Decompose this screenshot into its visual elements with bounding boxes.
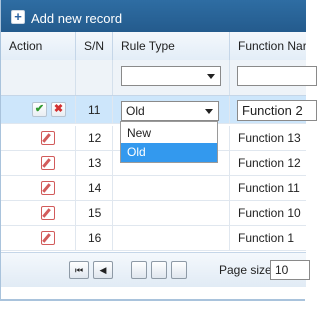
action-cell — [1, 226, 76, 250]
sn-cell: 12 — [76, 126, 113, 150]
previous-page-icon[interactable]: ◀ — [93, 261, 113, 279]
action-cell — [1, 126, 76, 150]
filter-cell-rule-type — [113, 60, 230, 95]
edit-icon[interactable] — [41, 156, 55, 170]
bottom-divider — [0, 300, 305, 301]
header-row: Action S/N Rule Type Function Nar — [1, 32, 306, 61]
first-page-icon[interactable]: ⏮ — [69, 261, 89, 279]
function-name-cell: Function 10 — [238, 206, 301, 220]
chevron-down-icon — [207, 74, 215, 79]
function-name-input[interactable]: Function 2 — [237, 100, 317, 121]
sn-cell: 16 — [76, 226, 113, 250]
close-icon[interactable]: ✖ — [51, 102, 66, 117]
rule-type-select-value: Old — [126, 104, 145, 118]
rule-type-filter-select[interactable] — [121, 66, 221, 86]
filter-cell-action — [1, 60, 76, 95]
function-name-cell: Function 2 — [230, 96, 317, 123]
page-size-select[interactable]: 10 — [270, 260, 310, 280]
rule-type-cell — [113, 176, 230, 200]
chevron-down-icon — [205, 109, 213, 114]
rule-type-cell — [113, 226, 230, 250]
edit-icon[interactable] — [41, 131, 55, 145]
filter-row — [1, 60, 317, 96]
sn-cell: 13 — [76, 151, 113, 175]
action-cell — [1, 201, 76, 225]
page-size-label: Page size: — [219, 263, 276, 277]
page-number-button[interactable] — [151, 261, 167, 279]
function-name-cell: Function 13 — [238, 131, 301, 145]
function-name-cell: Function 11 — [238, 181, 300, 195]
rule-type-select[interactable]: Old — [121, 101, 219, 121]
function-name-filter-input[interactable] — [237, 66, 317, 86]
function-name-cell: Function 12 — [238, 156, 301, 170]
filter-cell-function-name — [230, 60, 317, 95]
table-row[interactable]: 16 Function 1 — [1, 226, 306, 251]
function-name-cell: Function 1 — [238, 231, 295, 245]
sn-cell: 15 — [76, 201, 113, 225]
edit-icon[interactable] — [41, 231, 55, 245]
column-header-function-name[interactable]: Function Nar — [230, 32, 306, 60]
action-cell: ✔ ✖ — [1, 96, 76, 123]
column-header-sn[interactable]: S/N — [76, 32, 113, 60]
rule-type-cell — [113, 201, 230, 225]
table-row[interactable]: 14 Function 11 — [1, 176, 306, 201]
dropdown-option-old[interactable]: Old — [121, 143, 217, 162]
edit-icon[interactable] — [41, 181, 55, 195]
check-icon[interactable]: ✔ — [32, 102, 47, 117]
column-header-rule-type[interactable]: Rule Type — [113, 32, 230, 60]
sn-cell: 14 — [76, 176, 113, 200]
sn-cell: 11 — [76, 96, 113, 123]
action-cell — [1, 151, 76, 175]
rule-type-cell: Old — [113, 96, 230, 123]
edit-icon[interactable] — [41, 206, 55, 220]
table-row-editing: ✔ ✖ 11 Old Function 2 — [1, 96, 317, 124]
page-number-button[interactable] — [131, 261, 147, 279]
rule-type-dropdown-list: New Old — [120, 121, 218, 163]
column-header-action[interactable]: Action — [1, 32, 76, 60]
add-new-record-button[interactable]: Add new record — [31, 11, 122, 26]
action-cell — [1, 176, 76, 200]
pager: ⏮ ◀ Page size: 10 — [1, 252, 310, 287]
page-number-button[interactable] — [171, 261, 187, 279]
grid-toolbar: + Add new record — [1, 0, 306, 32]
dropdown-option-new[interactable]: New — [121, 124, 217, 143]
table-row[interactable]: 15 Function 10 — [1, 201, 306, 226]
filter-cell-sn — [76, 60, 113, 95]
plus-icon[interactable]: + — [11, 10, 25, 24]
